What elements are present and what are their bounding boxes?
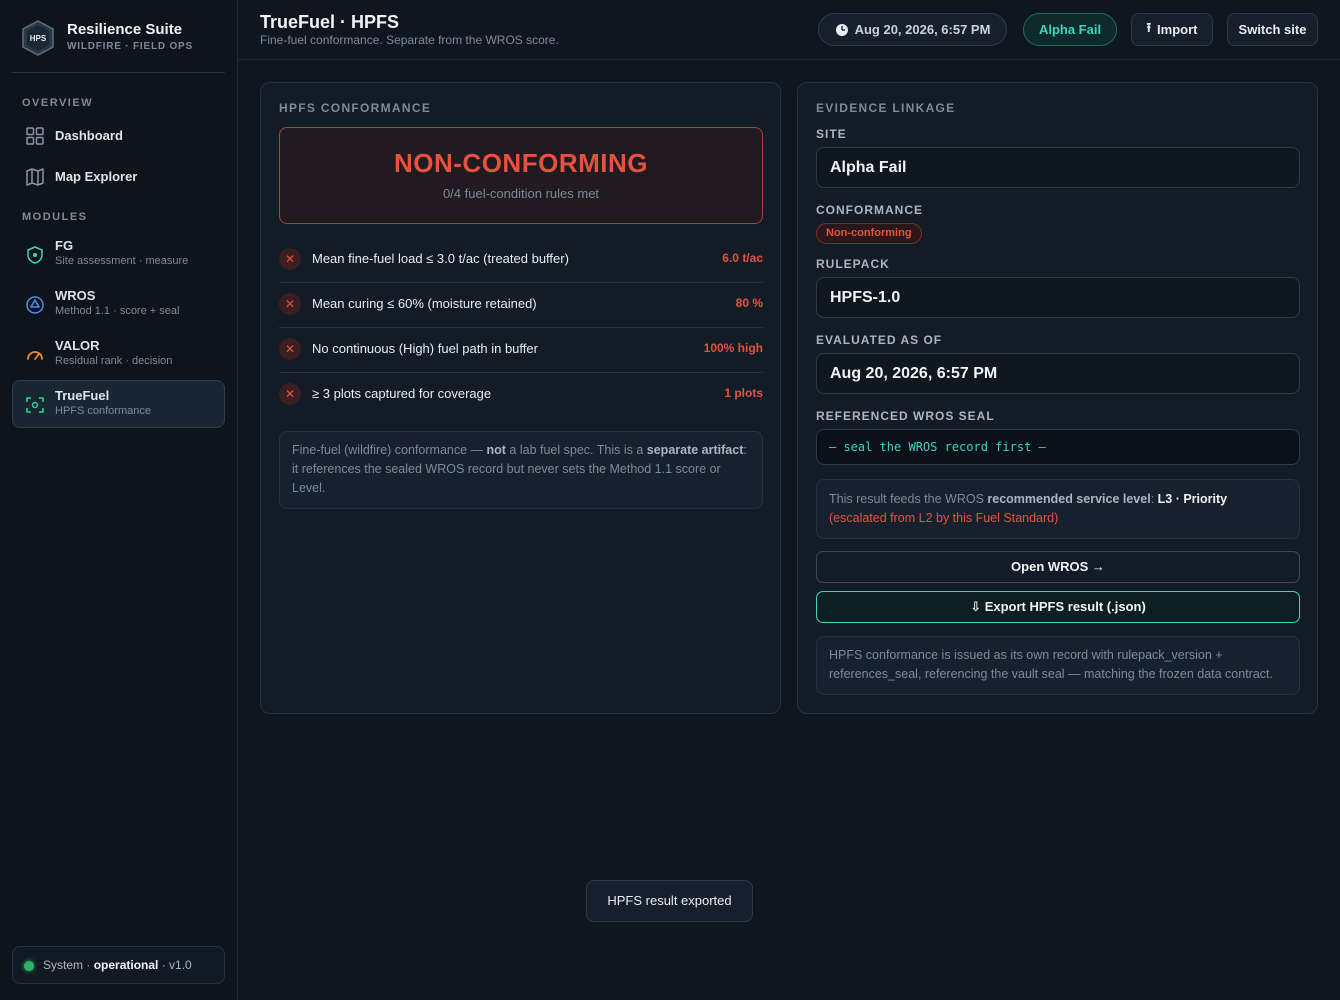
rule-text: Mean curing ≤ 60% (moisture retained) — [312, 296, 537, 311]
status-badge: Non-conforming — [816, 223, 922, 244]
hps-logo-icon: HPS — [22, 20, 54, 56]
toast-notification: HPFS result exported — [586, 880, 753, 922]
shield-icon — [27, 246, 43, 264]
page-title: TrueFuel · HPFS — [260, 12, 400, 32]
seal-label: REFERENCED WROS SEAL — [816, 409, 995, 423]
panel-heading: EVIDENCE LINKAGE — [816, 101, 956, 115]
site-field: Alpha Fail — [816, 147, 1300, 188]
fail-icon: ✕ — [279, 248, 301, 270]
evidence-linkage-panel: EVIDENCE LINKAGE SITE Alpha Fail CONFORM… — [797, 82, 1318, 714]
sidebar-item-sub: Site assessment · measure — [55, 255, 189, 267]
switch-site-button[interactable]: Switch site — [1227, 13, 1318, 46]
site-badge[interactable]: Alpha Fail — [1023, 13, 1117, 46]
rule-text: Mean fine-fuel load ≤ 3.0 t/ac (treated … — [312, 251, 569, 266]
verdict-box: NON-CONFORMING 0/4 fuel-condition rules … — [279, 127, 763, 224]
datetime-button[interactable]: Aug 20, 2026, 6:57 PM — [818, 13, 1007, 46]
sidebar-item-sub: Method 1.1 · score + seal — [55, 305, 180, 317]
upload-icon: ⭱ — [1146, 19, 1152, 35]
sidebar-item-label: WROS — [55, 288, 96, 303]
rulepack-field: HPFS-1.0 — [816, 277, 1300, 318]
panel-heading: HPFS CONFORMANCE — [279, 101, 432, 115]
seal-icon — [26, 296, 44, 314]
sidebar-item-sub: HPFS conformance — [55, 405, 151, 417]
note-emphasis: not — [486, 443, 506, 457]
service-level-note: This result feeds the WROS recommended s… — [816, 479, 1300, 539]
feed-emphasis: recommended service level — [987, 492, 1151, 506]
contract-note: HPFS conformance is issued as its own re… — [816, 636, 1300, 695]
verdict-subtitle: 0/4 fuel-condition rules met — [442, 186, 600, 201]
sidebar-item-dashboard[interactable]: Dashboard — [12, 116, 225, 154]
rule-row: ✕ ≥ 3 plots captured for coverage 1 plot… — [279, 373, 763, 418]
sidebar-item-truefuel[interactable]: TrueFuel HPFS conformance — [12, 380, 225, 428]
brand: HPS Resilience Suite WILDFIRE · FIELD OP… — [22, 20, 226, 72]
service-level-value: L3 · Priority — [1157, 492, 1228, 506]
rule-text: No continuous (High) fuel path in buffer — [312, 341, 538, 356]
fail-icon: ✕ — [279, 383, 301, 405]
status-state: operational — [93, 958, 159, 972]
feed-text: : — [1150, 492, 1158, 506]
rule-text: ≥ 3 plots captured for coverage — [312, 386, 492, 401]
site-label: SITE — [816, 127, 847, 141]
sidebar-item-label: VALOR — [55, 338, 100, 353]
sidebar-item-label: Map Explorer — [55, 169, 138, 184]
sidebar-item-wros[interactable]: WROS Method 1.1 · score + seal — [12, 280, 225, 328]
note-emphasis: separate artifact — [646, 443, 744, 457]
rule-row: ✕ Mean fine-fuel load ≤ 3.0 t/ac (treate… — [279, 238, 763, 283]
note-text: a lab fuel spec. This is a — [505, 443, 647, 457]
fail-icon: ✕ — [279, 293, 301, 315]
grid-icon — [26, 127, 44, 145]
sidebar-item-label: FG — [55, 238, 74, 253]
evaluated-label: EVALUATED AS OF — [816, 333, 943, 347]
rule-row: ✕ Mean curing ≤ 60% (moisture retained) … — [279, 283, 763, 328]
hpfs-conformance-panel: HPFS CONFORMANCE NON-CONFORMING 0/4 fuel… — [260, 82, 781, 714]
page-subtitle: Fine-fuel conformance. Separate from the… — [260, 33, 559, 47]
sidebar-item-valor[interactable]: VALOR Residual rank · decision — [12, 330, 225, 378]
status-text: System · operational · v1.0 — [43, 958, 192, 972]
system-status: System · operational · v1.0 — [12, 946, 225, 984]
clock-icon — [835, 23, 848, 36]
svg-text:HPS: HPS — [30, 34, 47, 43]
rule-row: ✕ No continuous (High) fuel path in buff… — [279, 328, 763, 373]
status-prefix: System · — [43, 958, 91, 972]
sidebar-item-label: TrueFuel — [55, 388, 110, 403]
status-version: · v1.0 — [161, 958, 192, 972]
scan-icon — [26, 397, 44, 413]
gauge-icon — [27, 351, 43, 360]
sidebar-item-map-explorer[interactable]: Map Explorer — [12, 157, 225, 195]
fail-icon: ✕ — [279, 338, 301, 360]
sidebar: HPS Resilience Suite WILDFIRE · FIELD OP… — [0, 0, 238, 1000]
header: TrueFuel · HPFS Fine-fuel conformance. S… — [238, 0, 1340, 60]
rulepack-label: RULEPACK — [816, 257, 890, 271]
rule-value: 1 plots — [724, 386, 763, 400]
status-dot-icon — [24, 961, 34, 971]
feed-text: This result feeds the WROS — [829, 492, 988, 506]
export-hpfs-button[interactable]: ⇩ Export HPFS result (.json) — [816, 591, 1300, 623]
rule-value: 6.0 t/ac — [722, 251, 763, 265]
escalation-text: (escalated from L2 by this Fuel Standard… — [829, 511, 1059, 525]
rule-value: 80 % — [735, 296, 763, 310]
rule-value: 100% high — [703, 341, 763, 355]
verdict-title: NON-CONFORMING — [394, 148, 648, 178]
conformance-label: CONFORMANCE — [816, 203, 923, 217]
sidebar-item-sub: Residual rank · decision — [55, 355, 173, 367]
divider — [12, 72, 225, 73]
seal-field: — seal the WROS record first — — [816, 429, 1300, 465]
conformance-note: Fine-fuel (wildfire) conformance — not a… — [279, 431, 763, 509]
open-wros-button[interactable]: Open WROS → — [816, 551, 1300, 583]
datetime-label: Aug 20, 2026, 6:57 PM — [854, 22, 991, 37]
evaluated-field: Aug 20, 2026, 6:57 PM — [816, 353, 1300, 394]
brand-subtitle: WILDFIRE · FIELD OPS — [67, 41, 193, 52]
import-label: Import — [1157, 22, 1198, 37]
brand-title: Resilience Suite — [67, 21, 183, 38]
note-text: Fine-fuel (wildfire) conformance — — [292, 443, 487, 457]
nav-section-modules: MODULES — [22, 211, 88, 223]
sidebar-item-label: Dashboard — [55, 128, 123, 143]
nav-section-overview: OVERVIEW — [22, 97, 94, 109]
import-button[interactable]: ⭱ Import — [1131, 13, 1213, 46]
sidebar-item-fg[interactable]: FG Site assessment · measure — [12, 230, 225, 278]
map-icon — [26, 168, 44, 186]
